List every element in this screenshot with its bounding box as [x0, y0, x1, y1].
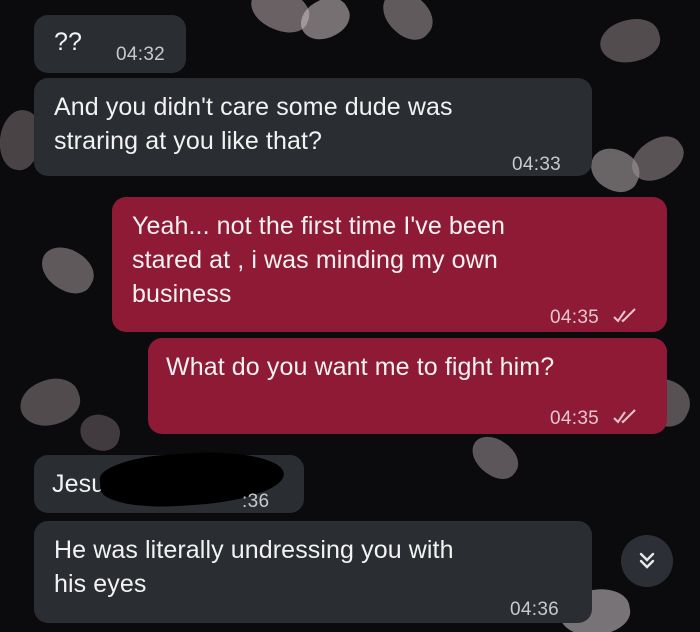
message-text: Jesu [52, 470, 106, 498]
wallpaper-blossom [595, 12, 665, 70]
message-time: 04:35 [550, 402, 639, 436]
message-incoming[interactable]: And you didn't care some dude was strari… [34, 78, 592, 176]
message-incoming[interactable]: ?? 04:32 [34, 15, 186, 73]
scroll-to-bottom-button[interactable] [621, 535, 673, 587]
message-outgoing[interactable]: What do you want me to fight him? 04:35 [148, 338, 667, 434]
message-time: 04:33 [512, 154, 562, 175]
message-text: What do you want me to fight him? [166, 353, 555, 381]
message-text-line: stared at , i was minding my own [132, 246, 498, 274]
double-check-icon [612, 308, 636, 323]
message-time: 04:35 [550, 301, 639, 335]
message-incoming[interactable]: He was literally undressing you with his… [34, 521, 592, 623]
message-incoming[interactable]: Jesu :36 [34, 446, 304, 513]
message-text-line: And you didn't care some dude was [54, 93, 453, 121]
message-text-line: business [132, 280, 232, 308]
message-time: :36 [242, 491, 270, 512]
message-text: ?? [54, 28, 83, 56]
message-text-line: He was literally undressing you with [54, 536, 454, 564]
message-text-line: his eyes [54, 570, 147, 598]
wallpaper-blossom [464, 428, 526, 487]
message-time: 04:36 [510, 599, 560, 620]
wallpaper-blossom [14, 371, 86, 434]
message-time: 04:32 [116, 44, 166, 65]
wallpaper-blossom [76, 410, 124, 455]
message-outgoing[interactable]: Yeah... not the first time I've been sta… [112, 197, 667, 332]
message-time-text: 04:35 [550, 408, 600, 429]
message-text-line: Yeah... not the first time I've been [132, 212, 505, 240]
wallpaper-blossom [33, 238, 102, 302]
chevrons-down-icon [639, 552, 655, 569]
message-text-line: straring at you like that? [54, 127, 323, 155]
wallpaper-blossom [373, 0, 442, 48]
message-time-text: 04:35 [550, 307, 600, 328]
double-check-icon [612, 409, 636, 424]
